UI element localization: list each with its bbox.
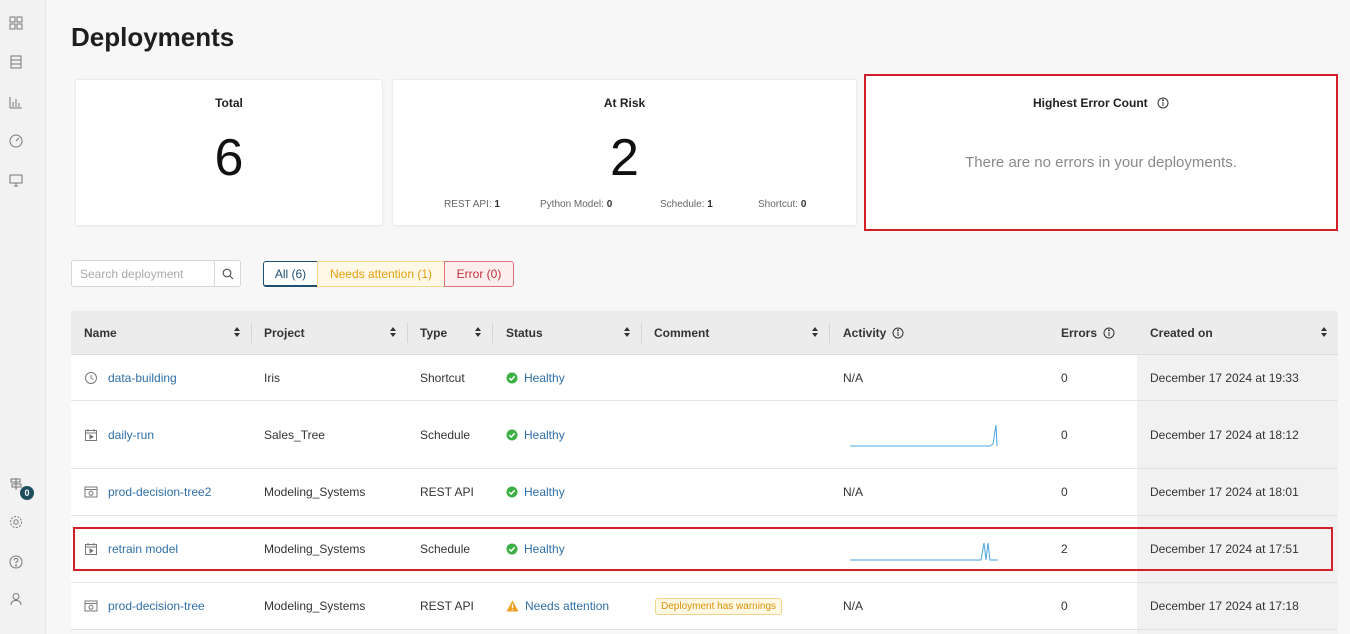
grid-icon[interactable] (9, 16, 23, 30)
check-circle-icon (506, 372, 518, 384)
status-cell[interactable]: Healthy (506, 401, 565, 468)
col-comment[interactable]: Comment (654, 311, 829, 355)
search-box (71, 260, 241, 287)
col-status[interactable]: Status (506, 311, 641, 355)
status-cell[interactable]: Healthy (506, 469, 565, 515)
page-title: Deployments (71, 22, 235, 52)
sparkline (850, 424, 998, 446)
at-risk-card: At Risk 2 REST API: 1 Python Model: 0 Sc… (392, 79, 857, 226)
clock-icon (84, 371, 98, 385)
no-errors-message: There are no errors in your deployments. (965, 154, 1237, 171)
activity-cell: N/A (843, 485, 864, 499)
breakdown-schedule: Schedule: 1 (660, 199, 713, 210)
at-risk-card-title: At Risk (603, 96, 646, 110)
project-cell: Iris (264, 370, 280, 385)
highest-error-card: Highest Error Count There are no errors … (864, 74, 1338, 231)
errors-cell: 0 (1061, 485, 1068, 499)
table-header: Name Project Type Status Comment Activit… (71, 311, 1338, 355)
breakdown-rest-api: REST API: 1 (444, 199, 500, 210)
calendar-icon (84, 428, 98, 442)
help-icon[interactable] (9, 555, 23, 569)
comment-cell: Deployment has warnings (655, 583, 783, 629)
bar-chart-icon[interactable] (9, 95, 23, 109)
activity-cell: N/A (843, 370, 864, 385)
sort-icon[interactable] (233, 326, 241, 341)
sort-icon[interactable] (623, 326, 631, 341)
sidebar: 0 (0, 0, 46, 634)
search-icon (222, 268, 233, 279)
check-circle-icon (506, 486, 518, 498)
sort-icon[interactable] (811, 326, 819, 341)
sort-icon[interactable] (474, 326, 482, 341)
highlight-box (73, 527, 1333, 571)
api-icon (84, 599, 98, 613)
info-icon[interactable] (1103, 327, 1115, 339)
type-cell: REST API (420, 485, 474, 499)
type-cell: Shortcut (420, 370, 465, 385)
table-row[interactable]: prod-decision-tree2 Modeling_Systems REST … (71, 469, 1338, 516)
comment-tag: Deployment has warnings (655, 597, 783, 615)
gear-icon[interactable] (9, 515, 23, 529)
total-card: Total 6 (75, 79, 383, 226)
api-icon (84, 485, 98, 499)
created-on-cell: December 17 2024 at 19:33 (1137, 355, 1338, 400)
info-icon[interactable] (1157, 97, 1169, 112)
notification-badge: 0 (20, 486, 34, 500)
deployment-name[interactable]: data-building (84, 355, 177, 400)
filter-all[interactable]: All (6) (263, 261, 318, 287)
list-icon[interactable] (9, 55, 23, 69)
activity-sparkline (850, 401, 998, 468)
filter-error[interactable]: Error (0) (444, 261, 514, 287)
info-icon[interactable] (892, 327, 904, 339)
errors-cell: 0 (1061, 427, 1068, 442)
breakdown-shortcut: Shortcut: 0 (758, 199, 807, 210)
at-risk-card-value: 2 (610, 129, 639, 187)
table-row[interactable]: data-building Iris Shortcut Healthy N/A 0 Dece… (71, 355, 1338, 401)
type-cell: Schedule (420, 427, 471, 442)
total-card-value: 6 (214, 129, 244, 187)
col-activity: Activity (843, 311, 1043, 355)
highest-error-title: Highest Error Count (866, 96, 1336, 112)
project-cell: Sales_Tree (264, 427, 325, 442)
project-cell: Modeling_Systems (264, 599, 366, 613)
col-type[interactable]: Type (420, 311, 492, 355)
col-project[interactable]: Project (264, 311, 407, 355)
errors-cell: 0 (1061, 370, 1068, 385)
deployment-name[interactable]: daily-run (84, 401, 154, 468)
deployment-name[interactable]: prod-decision-tree (84, 583, 205, 629)
filter-needs-attention[interactable]: Needs attention (1) (317, 261, 445, 287)
search-button[interactable] (214, 261, 240, 286)
table-row[interactable]: daily-run Sales_Tree Schedule Healthy 0 Decem… (71, 401, 1338, 469)
type-cell: REST API (420, 599, 474, 613)
col-created-on[interactable]: Created on (1150, 311, 1338, 355)
created-on-cell: December 17 2024 at 18:01 (1137, 469, 1338, 515)
table-row[interactable]: prod-decision-tree Modeling_Systems REST A… (71, 583, 1338, 630)
total-card-title: Total (215, 96, 243, 110)
warning-icon (506, 600, 519, 612)
check-circle-icon (506, 429, 518, 441)
deployment-name[interactable]: prod-decision-tree2 (84, 469, 211, 515)
project-cell: Modeling_Systems (264, 485, 366, 499)
created-on-cell: December 17 2024 at 17:18 (1137, 583, 1338, 629)
errors-cell: 0 (1061, 599, 1068, 613)
status-cell[interactable]: Healthy (506, 355, 565, 400)
status-cell[interactable]: Needs attention (506, 583, 609, 629)
sort-icon[interactable] (1320, 326, 1328, 341)
search-input[interactable] (72, 261, 216, 286)
activity-cell: N/A (843, 599, 864, 613)
created-on-cell: December 17 2024 at 18:12 (1137, 401, 1338, 468)
user-icon[interactable] (9, 592, 23, 606)
breakdown-python-model: Python Model: 0 (540, 199, 613, 210)
col-errors: Errors (1061, 311, 1136, 355)
col-name[interactable]: Name (84, 311, 251, 355)
gauge-icon[interactable] (9, 134, 23, 148)
sort-icon[interactable] (389, 326, 397, 341)
monitor-icon[interactable] (9, 173, 23, 187)
